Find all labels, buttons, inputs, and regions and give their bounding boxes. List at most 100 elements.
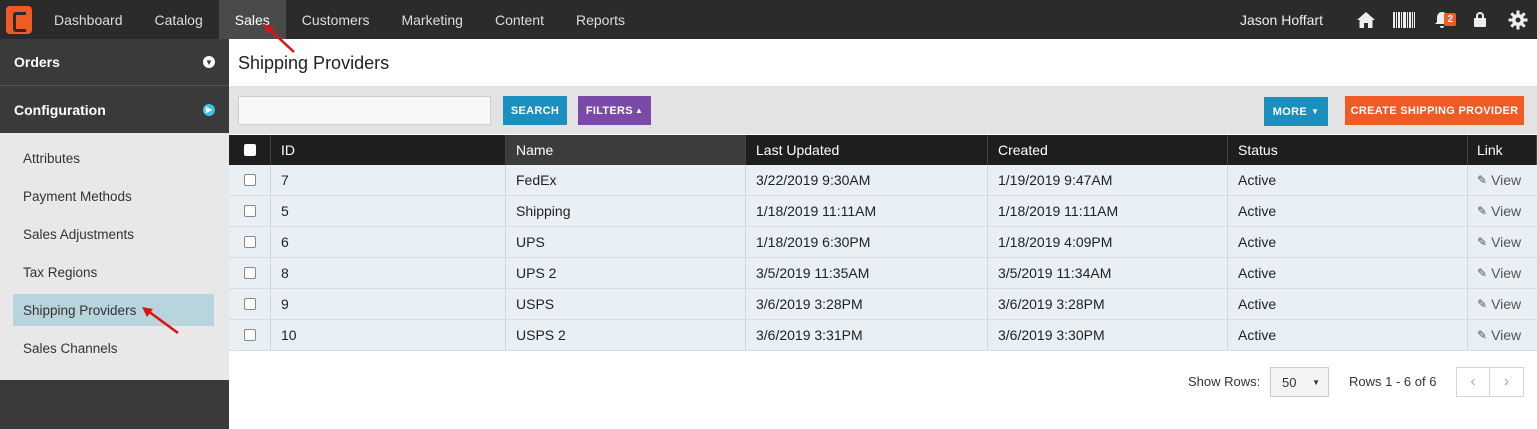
pencil-icon: ✎	[1477, 297, 1488, 311]
nav-marketing[interactable]: Marketing	[385, 0, 478, 39]
table-row: 9 USPS 3/6/2019 3:28PM 3/6/2019 3:28PM Activ…	[229, 289, 1537, 320]
sidebar-section-label: Configuration	[14, 101, 106, 118]
nav-reports[interactable]: Reports	[560, 0, 641, 39]
pencil-icon: ✎	[1477, 173, 1488, 187]
column-created[interactable]: Created	[988, 135, 1228, 165]
cell-last-updated: 3/5/2019 11:35AM	[746, 258, 988, 288]
cell-created: 3/5/2019 11:34AM	[988, 258, 1228, 288]
sidebar-item-tax-regions[interactable]: Tax Regions	[0, 253, 214, 291]
nav-sales[interactable]: Sales	[218, 0, 286, 39]
view-link[interactable]: ✎ View	[1468, 165, 1537, 195]
column-name[interactable]: Name	[506, 135, 746, 165]
sidebar-item-shipping-providers[interactable]: Shipping Providers	[13, 294, 214, 326]
rows-per-page-value: 50	[1282, 374, 1297, 390]
user-name[interactable]: Jason Hoffart	[1240, 12, 1323, 28]
row-checkbox[interactable]	[243, 267, 256, 279]
view-link[interactable]: ✎ View	[1468, 227, 1537, 257]
providers-table: ID Name Last Updated Created Status Link…	[229, 135, 1537, 351]
sidebar-item-attributes[interactable]: Attributes	[0, 139, 214, 177]
pencil-icon: ✎	[1477, 328, 1488, 342]
main-content: Shipping Providers SEARCH FILTERS ▲ MORE…	[229, 39, 1537, 429]
view-link[interactable]: ✎ View	[1468, 320, 1537, 350]
row-checkbox[interactable]	[243, 205, 256, 217]
cell-name: USPS	[506, 289, 746, 319]
more-label: MORE	[1272, 105, 1307, 118]
chevron-left-icon: ‹	[1470, 373, 1476, 390]
cell-id: 8	[271, 258, 506, 288]
logo[interactable]	[0, 0, 38, 39]
cell-status: Active	[1228, 289, 1468, 319]
cell-last-updated: 3/6/2019 3:28PM	[746, 289, 988, 319]
chevron-right-icon: ›	[1503, 373, 1510, 390]
sidebar-submenu: Attributes Payment Methods Sales Adjustm…	[0, 133, 229, 380]
search-input[interactable]	[238, 96, 491, 125]
nav-right: Jason Hoffart 2	[1240, 0, 1537, 39]
cell-status: Active	[1228, 165, 1468, 195]
view-link-label: View	[1491, 327, 1522, 343]
chevron-right-icon: ▶	[203, 103, 215, 116]
cell-created: 1/18/2019 4:09PM	[988, 227, 1228, 257]
cell-name: FedEx	[506, 165, 746, 195]
cell-name: Shipping	[506, 196, 746, 226]
more-button[interactable]: MORE ▼	[1264, 97, 1328, 126]
sidebar-section-orders[interactable]: Orders ▼	[0, 39, 229, 86]
row-checkbox[interactable]	[243, 236, 256, 248]
view-link-label: View	[1491, 296, 1522, 312]
cell-created: 3/6/2019 3:28PM	[988, 289, 1228, 319]
nav-customers[interactable]: Customers	[286, 0, 386, 39]
lock-icon[interactable]	[1461, 0, 1499, 39]
view-link-label: View	[1491, 172, 1522, 188]
column-last-updated[interactable]: Last Updated	[746, 135, 988, 165]
cell-last-updated: 3/22/2019 9:30AM	[746, 165, 988, 195]
row-checkbox-cell	[229, 196, 271, 226]
view-link[interactable]: ✎ View	[1468, 258, 1537, 288]
sidebar-item-payment-methods[interactable]: Payment Methods	[0, 177, 214, 215]
cell-created: 1/19/2019 9:47AM	[988, 165, 1228, 195]
search-button[interactable]: SEARCH	[503, 96, 567, 125]
bell-icon[interactable]: 2	[1423, 0, 1461, 39]
home-icon[interactable]	[1347, 0, 1385, 39]
row-checkbox-cell	[229, 289, 271, 319]
chevron-down-icon: ▼	[203, 56, 215, 68]
view-link[interactable]: ✎ View	[1468, 196, 1537, 226]
sidebar-item-sales-channels[interactable]: Sales Channels	[0, 329, 214, 367]
top-nav: Dashboard Catalog Sales Customers Market…	[0, 0, 1537, 39]
pager: ‹ ›	[1456, 367, 1524, 397]
sidebar: Orders ▼ Configuration ▶ Attributes Paym…	[0, 39, 229, 429]
row-checkbox[interactable]	[243, 298, 256, 310]
row-checkbox[interactable]	[243, 174, 256, 186]
next-page-button[interactable]: ›	[1490, 368, 1523, 396]
gear-icon[interactable]	[1499, 0, 1537, 39]
pencil-icon: ✎	[1477, 204, 1488, 218]
column-status[interactable]: Status	[1228, 135, 1468, 165]
nav-catalog[interactable]: Catalog	[139, 0, 219, 39]
cell-name: USPS 2	[506, 320, 746, 350]
row-checkbox-cell	[229, 227, 271, 257]
view-link[interactable]: ✎ View	[1468, 289, 1537, 319]
table-row: 10 USPS 2 3/6/2019 3:31PM 3/6/2019 3:30PM Ac…	[229, 320, 1537, 351]
nav-content[interactable]: Content	[479, 0, 560, 39]
row-checkbox-cell	[229, 258, 271, 288]
table-header: ID Name Last Updated Created Status Link	[229, 135, 1537, 165]
notification-badge: 2	[1444, 13, 1456, 26]
prev-page-button[interactable]: ‹	[1457, 368, 1491, 396]
cell-id: 7	[271, 165, 506, 195]
nav-dashboard[interactable]: Dashboard	[38, 0, 139, 39]
table-row: 7 FedEx 3/22/2019 9:30AM 1/19/2019 9:47AM Ac…	[229, 165, 1537, 196]
select-all-checkbox-cell	[229, 135, 271, 165]
cell-created: 3/6/2019 3:30PM	[988, 320, 1228, 350]
sidebar-section-configuration[interactable]: Configuration ▶	[0, 86, 229, 133]
rows-per-page-select[interactable]: 50 ▼	[1270, 367, 1329, 397]
filters-button[interactable]: FILTERS ▲	[578, 96, 651, 125]
sidebar-item-sales-adjustments[interactable]: Sales Adjustments	[0, 215, 214, 253]
row-checkbox[interactable]	[243, 329, 256, 341]
barcode-icon[interactable]	[1385, 0, 1423, 39]
select-all-checkbox[interactable]	[243, 144, 256, 156]
cell-id: 6	[271, 227, 506, 257]
cell-last-updated: 3/6/2019 3:31PM	[746, 320, 988, 350]
page-title: Shipping Providers	[238, 53, 390, 73]
column-id[interactable]: ID	[271, 135, 506, 165]
create-shipping-provider-button[interactable]: CREATE SHIPPING PROVIDER	[1345, 96, 1524, 125]
view-link-label: View	[1491, 203, 1522, 219]
caret-up-icon: ▲	[634, 106, 644, 115]
